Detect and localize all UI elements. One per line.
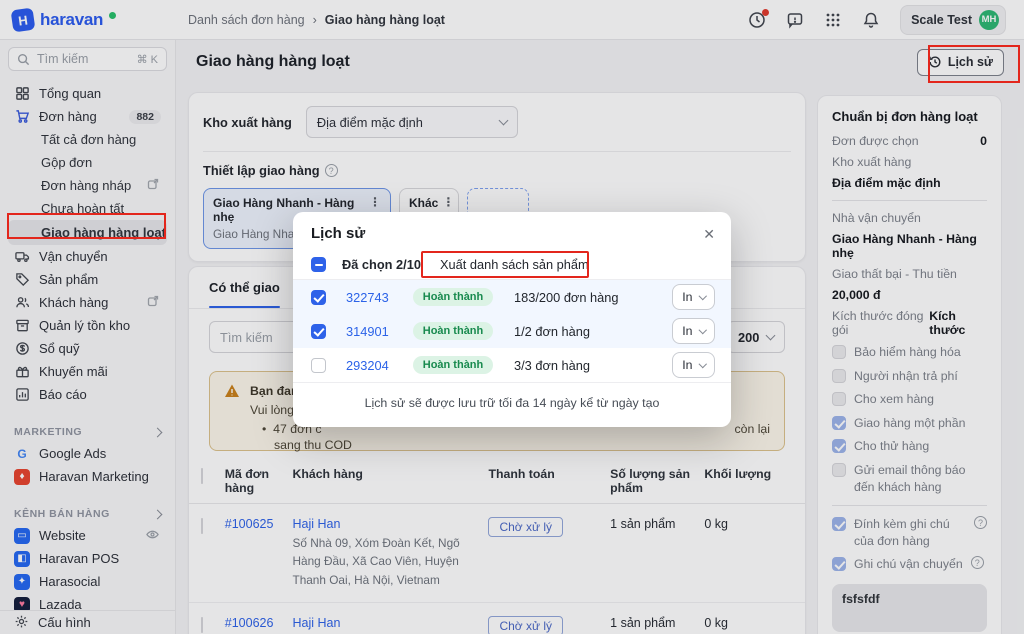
app-screen: H haravan Danh sách đơn hàng › Giao hàng…	[0, 0, 1024, 634]
select-all-checkbox[interactable]	[311, 257, 326, 272]
chevron-down-icon	[698, 292, 706, 300]
row-checkbox[interactable]	[311, 358, 326, 373]
selected-count-label: Đã chọn 2/10	[342, 257, 428, 272]
history-row: 322743 Hoàn thành 183/200 đơn hàng In	[293, 280, 731, 314]
print-dropdown[interactable]: In	[672, 352, 715, 378]
history-row: 293204 Hoàn thành 3/3 đơn hàng In	[293, 348, 731, 382]
row-checkbox[interactable]	[311, 324, 326, 339]
history-id-link[interactable]: 293204	[346, 358, 410, 373]
progress-text: 183/200 đơn hàng	[514, 290, 672, 305]
progress-text: 3/3 đơn hàng	[514, 358, 672, 373]
history-id-link[interactable]: 314901	[346, 324, 410, 339]
close-icon[interactable]: ✕	[703, 227, 715, 241]
modal-footer-note: Lịch sử sẽ được lưu trữ tối đa 14 ngày k…	[293, 382, 731, 410]
print-dropdown[interactable]: In	[672, 318, 715, 344]
status-badge: Hoàn thành	[413, 356, 494, 374]
history-row: 314901 Hoàn thành 1/2 đơn hàng In	[293, 314, 731, 348]
modal-title: Lịch sử	[311, 225, 365, 242]
history-id-link[interactable]: 322743	[346, 290, 410, 305]
row-checkbox[interactable]	[311, 290, 326, 305]
print-dropdown[interactable]: In	[672, 284, 715, 310]
modal-header: Lịch sử ✕	[293, 212, 731, 250]
print-label: In	[682, 324, 692, 338]
history-modal: Lịch sử ✕ Đã chọn 2/10 Xuất danh sách sả…	[293, 212, 731, 427]
status-badge: Hoàn thành	[413, 322, 494, 340]
print-label: In	[682, 358, 692, 372]
chevron-down-icon	[698, 326, 706, 334]
progress-text: 1/2 đơn hàng	[514, 324, 672, 339]
modal-toolbar: Đã chọn 2/10 Xuất danh sách sản phẩm	[293, 250, 731, 280]
status-badge: Hoàn thành	[413, 288, 494, 306]
chevron-down-icon	[698, 360, 706, 368]
print-label: In	[682, 290, 692, 304]
export-products-button[interactable]: Xuất danh sách sản phẩm	[440, 257, 589, 272]
